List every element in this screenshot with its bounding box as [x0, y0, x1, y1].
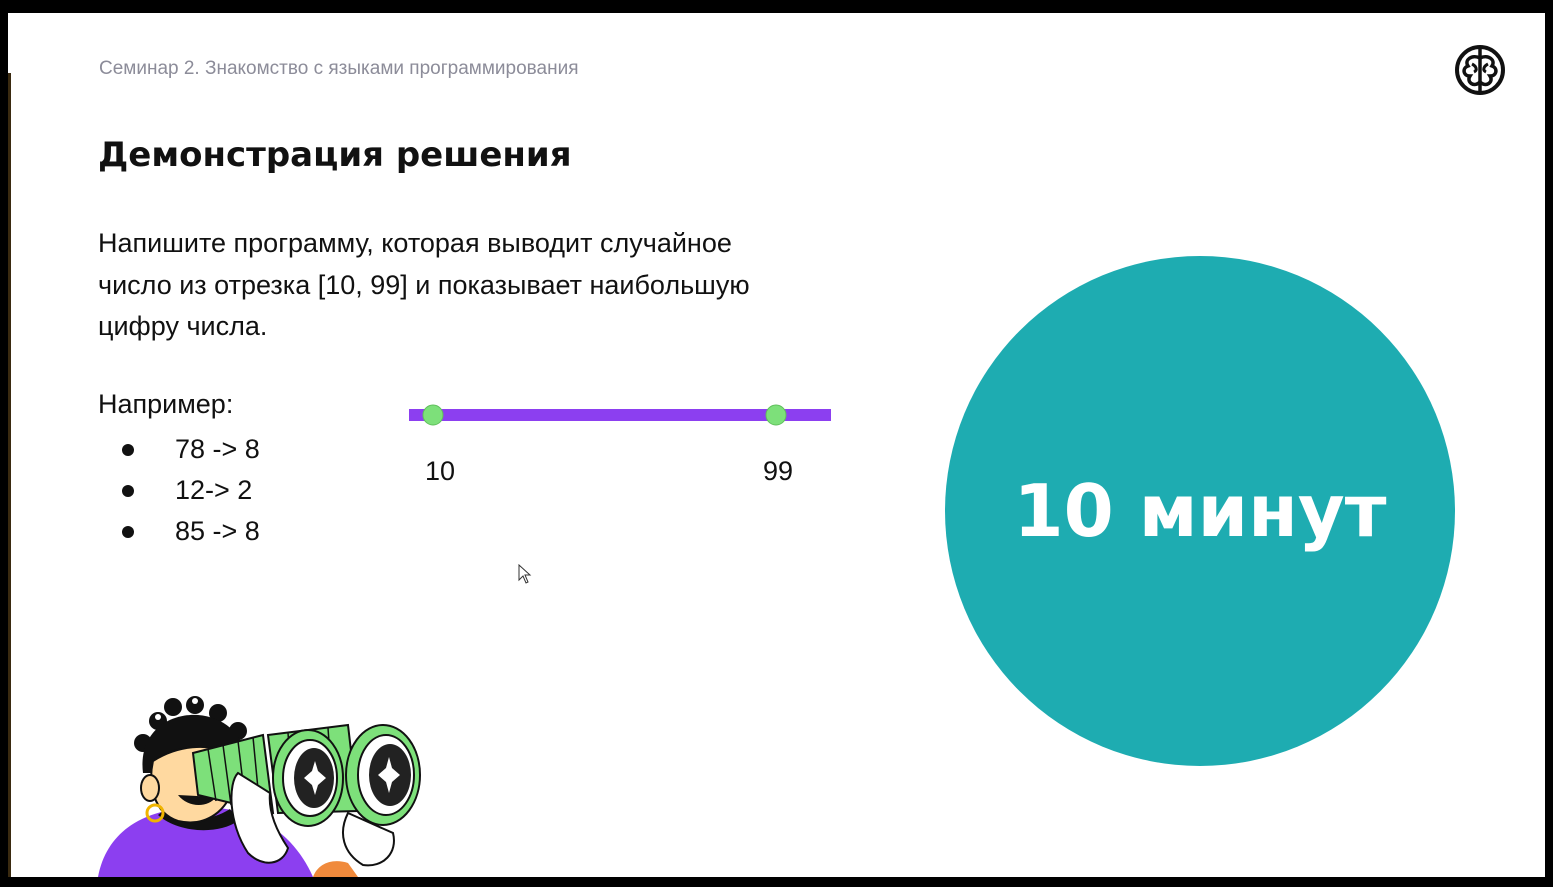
person-with-binoculars-illustration	[98, 696, 421, 877]
timer-text: 10 минут	[1013, 469, 1387, 553]
breadcrumb: Семинар 2. Знакомство с языками программ…	[99, 58, 579, 79]
timer-circle: 10 минут	[945, 256, 1455, 766]
list-item: 12-> 2	[98, 470, 260, 511]
task-description: Напишите программу, которая выводит случ…	[98, 223, 858, 348]
mouse-pointer-icon	[518, 564, 532, 584]
range-max-label: 99	[763, 456, 793, 486]
bullet-icon	[122, 444, 134, 456]
example-list: 78 -> 8 12-> 2 85 -> 8	[98, 429, 260, 552]
range-min-label: 10	[425, 456, 455, 486]
example-label: Например:	[98, 389, 234, 419]
task-line: цифру числа.	[98, 311, 268, 341]
example-text: 12-> 2	[175, 475, 253, 505]
brain-logo-icon	[1455, 45, 1505, 95]
slide-frame: Семинар 2. Знакомство с языками программ…	[8, 13, 1545, 877]
range-point-max	[765, 404, 787, 426]
list-item: 78 -> 8	[98, 429, 260, 470]
list-item: 85 -> 8	[98, 511, 260, 552]
range-point-min	[422, 404, 444, 426]
bullet-icon	[122, 485, 134, 497]
task-line: число из отрезка [10, 99] и показывает н…	[98, 269, 750, 300]
slide-title: Демонстрация решения	[98, 135, 572, 175]
bullet-icon	[122, 526, 134, 538]
example-text: 85 -> 8	[175, 516, 260, 546]
task-line: Напишите программу, которая выводит случ…	[98, 228, 732, 258]
example-text: 78 -> 8	[175, 434, 260, 464]
range-diagram: 10 99	[409, 404, 831, 486]
window-edge	[8, 73, 11, 877]
